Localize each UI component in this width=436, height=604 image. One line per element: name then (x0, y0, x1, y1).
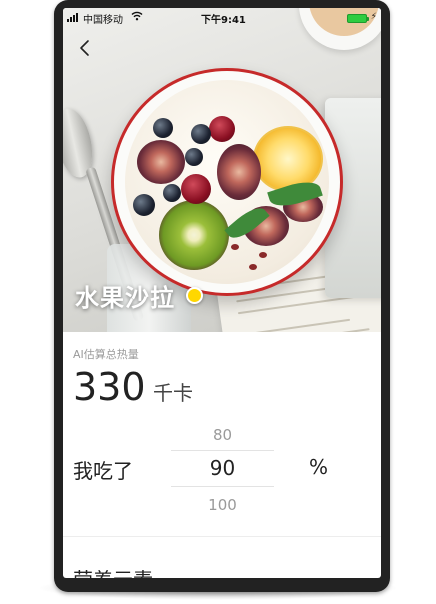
portion-picker[interactable]: 80 90 100 (171, 420, 274, 518)
chevron-left-icon (73, 36, 97, 60)
nutrition-heading: 营养元素 (73, 564, 153, 578)
app-screen: 水果沙拉 中国移动 下午9:41 ⚡ AI估算总热量 330 千卡 我吃了 80… (63, 8, 381, 578)
photo-blueberry (163, 184, 181, 202)
photo-fig (217, 144, 261, 200)
portion-percent-unit: % (309, 455, 329, 479)
portion-label: 我吃了 (73, 459, 133, 483)
photo-seed (249, 264, 257, 270)
photo-cherry (209, 116, 235, 142)
portion-option[interactable]: 100 (171, 496, 274, 514)
picker-divider (171, 486, 274, 487)
charging-icon: ⚡ (370, 12, 377, 22)
photo-blueberry (185, 148, 203, 166)
photo-fig (137, 140, 185, 184)
portion-option[interactable]: 80 (171, 426, 274, 444)
back-button[interactable] (73, 36, 97, 60)
calorie-estimate-label: AI估算总热量 (73, 348, 139, 361)
battery-icon (347, 14, 369, 23)
photo-seed (231, 244, 239, 250)
photo-blueberry (191, 124, 211, 144)
status-bar: 中国移动 下午9:41 ⚡ (63, 8, 381, 28)
photo-blueberry (133, 194, 155, 216)
wifi-icon (131, 11, 143, 21)
picker-divider (171, 450, 274, 451)
status-time: 下午9:41 (201, 15, 246, 26)
photo-seed (259, 252, 267, 258)
phone-frame: 水果沙拉 中国移动 下午9:41 ⚡ AI估算总热量 330 千卡 我吃了 80… (54, 0, 390, 592)
calorie-unit: 千卡 (153, 381, 193, 405)
photo-paper-line (240, 318, 351, 332)
photo-kiwi (159, 200, 229, 270)
portion-selected-value[interactable]: 90 (171, 456, 274, 480)
section-divider (63, 536, 381, 537)
dish-name-title: 水果沙拉 (75, 284, 175, 312)
food-photo: 水果沙拉 (63, 8, 381, 332)
photo-blueberry (153, 118, 173, 138)
dish-status-dot (186, 287, 203, 304)
carrier-name: 中国移动 (83, 15, 123, 26)
photo-cherry (181, 174, 211, 204)
signal-icon (67, 13, 81, 22)
calorie-value: 330 (73, 365, 146, 409)
